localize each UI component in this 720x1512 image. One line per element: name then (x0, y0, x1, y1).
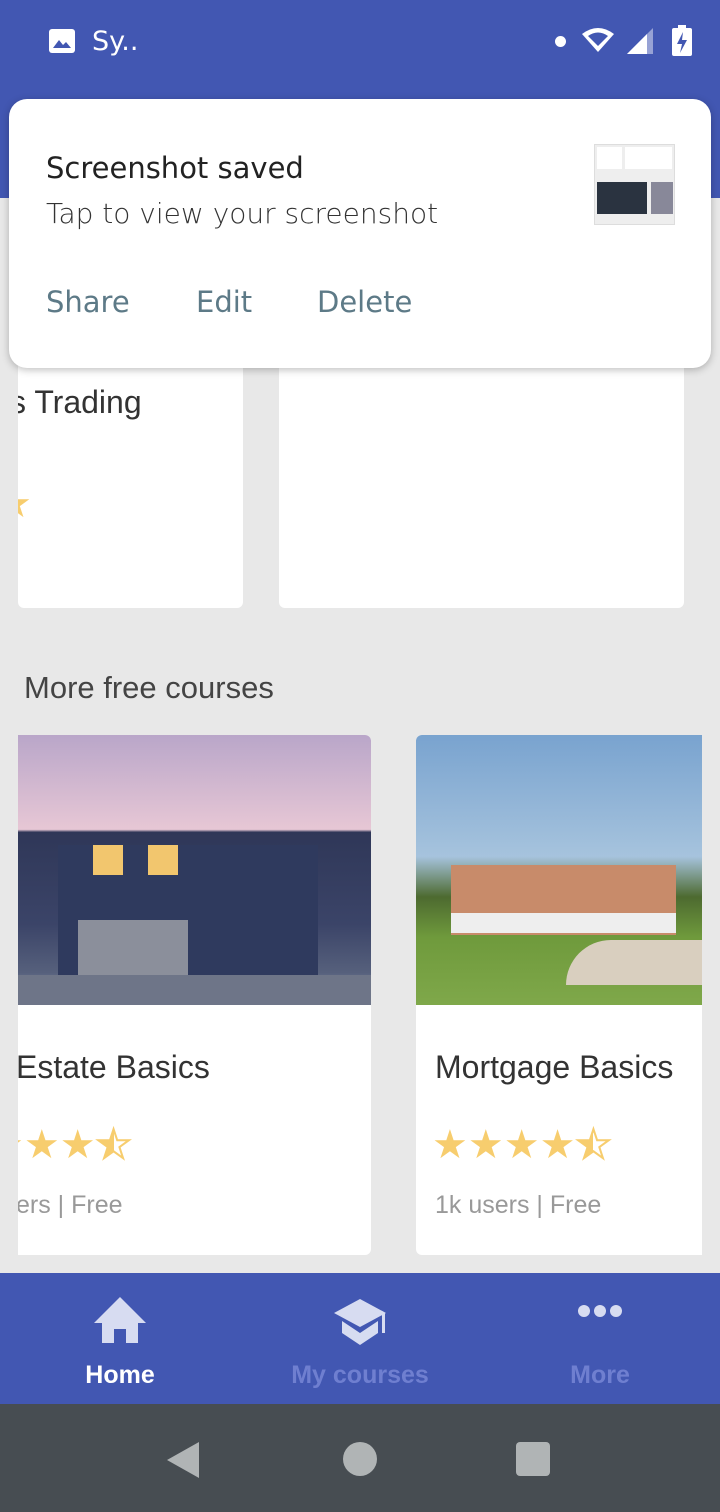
home-icon (94, 1297, 146, 1343)
star-icon: ★ (539, 1123, 576, 1167)
screenshot-thumbnail[interactable] (594, 144, 675, 225)
course-meta: 1k users | Free (435, 1191, 602, 1219)
nav-label: My courses (291, 1361, 429, 1389)
nav-label: More (570, 1361, 630, 1389)
image-icon (49, 29, 75, 53)
back-icon[interactable] (165, 1440, 201, 1480)
star-half-icon: ★ (95, 1124, 133, 1166)
nav-home[interactable]: Home (0, 1273, 240, 1404)
bottom-navigation: Home My courses More (0, 1273, 720, 1404)
recents-icon[interactable] (516, 1442, 550, 1476)
rating-stars: ★★★★★ (432, 1123, 612, 1167)
status-app-label: Sy.. (92, 26, 139, 57)
notification-body: Tap to view your screenshot (46, 197, 439, 230)
section-title: More free courses (24, 670, 274, 705)
course-meta: ers | Free (18, 1191, 123, 1219)
nav-more[interactable]: More (480, 1273, 720, 1404)
system-navigation-bar (0, 1404, 720, 1512)
screenshot-notification[interactable]: Screenshot saved Tap to view your screen… (9, 99, 711, 368)
course-image-house (18, 735, 371, 1005)
course-title: s Trading (18, 384, 142, 420)
course-card-top-left[interactable]: s Trading ★ (18, 360, 243, 608)
dot-icon (555, 36, 566, 47)
wifi-icon (582, 28, 614, 52)
star-icon: ★ (18, 484, 32, 524)
delete-button[interactable]: Delete (317, 285, 412, 319)
rating-stars: ★★★ ★ (18, 1123, 133, 1167)
course-card-top-right[interactable] (279, 360, 684, 608)
star-icon: ★ (432, 1123, 468, 1167)
star-icon: ★ (467, 1123, 504, 1167)
graduation-cap-icon (334, 1299, 386, 1345)
status-bar: Sy.. (0, 0, 720, 86)
share-button[interactable]: Share (46, 285, 130, 319)
more-dots-icon (578, 1305, 622, 1317)
nav-label: Home (85, 1361, 155, 1389)
course-image-house (416, 735, 702, 1005)
signal-icon (627, 28, 653, 54)
notification-title: Screenshot saved (46, 151, 304, 185)
course-card[interactable]: Estate Basics ★★★ ★ ers | Free (18, 735, 371, 1255)
course-title: Estate Basics (18, 1049, 210, 1085)
course-title: Mortgage Basics (435, 1049, 674, 1085)
battery-charging-icon (672, 25, 692, 56)
home-system-icon[interactable] (343, 1442, 377, 1476)
star-icon: ★ (23, 1123, 60, 1167)
star-icon: ★ (59, 1123, 96, 1167)
star-half-icon: ★ (574, 1124, 612, 1166)
edit-button[interactable]: Edit (196, 285, 252, 319)
nav-my-courses[interactable]: My courses (240, 1273, 480, 1404)
course-card[interactable]: Mortgage Basics ★★★★★ 1k users | Free (416, 735, 702, 1255)
star-icon: ★ (503, 1123, 540, 1167)
